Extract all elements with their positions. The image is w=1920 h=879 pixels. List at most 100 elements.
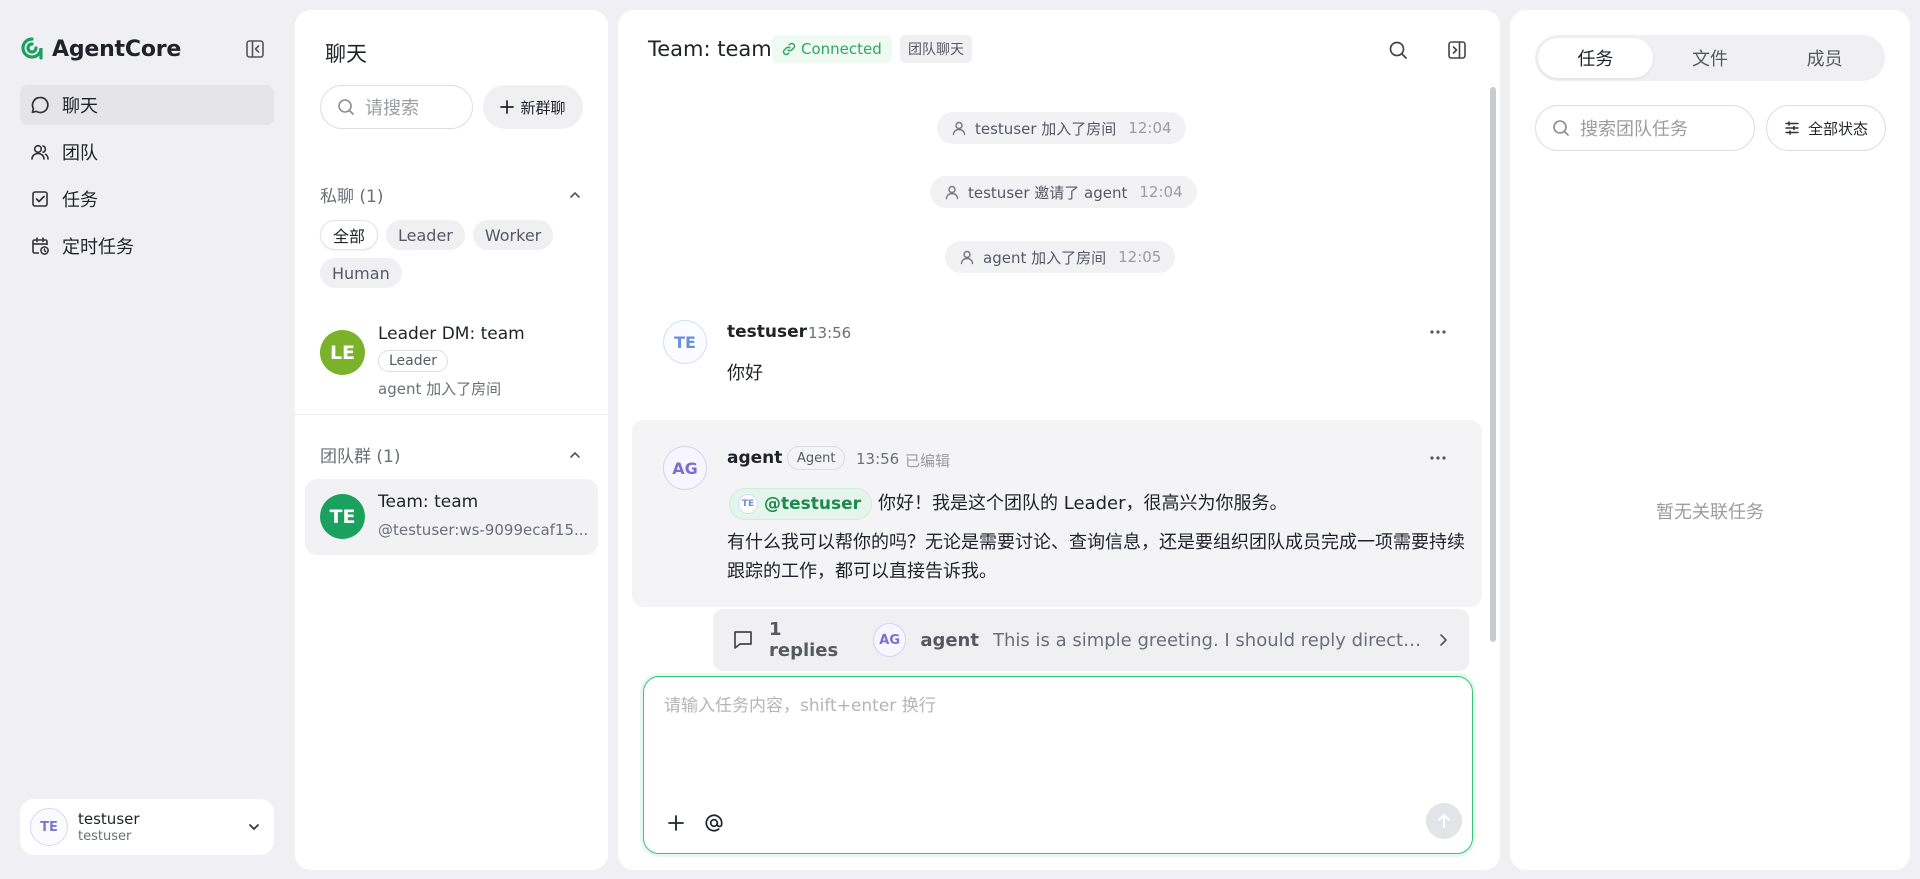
- new-group-label: 新群聊: [520, 98, 566, 117]
- tab-members[interactable]: 成员: [1767, 38, 1882, 78]
- message-composer: [643, 676, 1473, 854]
- room-type-badge: 团队聊天: [900, 35, 972, 63]
- nav-item-team[interactable]: 团队: [20, 132, 274, 172]
- chevron-up-icon: [568, 188, 582, 202]
- status-filter-label: 全部状态: [1807, 119, 1868, 138]
- message-input[interactable]: [664, 691, 1444, 771]
- chevron-up-icon: [568, 448, 582, 462]
- connection-status-text: Connected: [801, 40, 882, 58]
- thread-replies-bar[interactable]: 1 replies AG agent This is a simple gree…: [713, 609, 1469, 671]
- conversation-item-active[interactable]: TE Team: team @testuser:ws-9099ecaf15...: [305, 479, 598, 555]
- search-placeholder: 搜索团队任务: [1580, 119, 1688, 140]
- avatar: AG: [873, 623, 907, 657]
- message-line: 跟踪的工作，都可以直接告诉我。: [727, 561, 997, 582]
- reply-count: 1 replies: [769, 619, 839, 661]
- new-group-button[interactable]: 新群聊: [483, 85, 583, 129]
- collapse-sidebar-icon[interactable]: [244, 38, 266, 60]
- system-text: testuser 加入了房间: [975, 119, 1117, 138]
- search-placeholder: 请搜索: [365, 98, 419, 119]
- team-section-header[interactable]: 团队群 (1): [320, 442, 582, 467]
- mention-at-icon[interactable]: [702, 811, 726, 835]
- sliders-icon: [1784, 120, 1800, 136]
- system-message: agent 加入了房间 12:05: [945, 241, 1176, 273]
- search-icon[interactable]: [1387, 39, 1409, 61]
- message-line: 你好！我是这个团队的 Leader，很高兴为你服务。: [878, 493, 1288, 514]
- avatar: TE: [30, 808, 68, 846]
- nav-item-tasks[interactable]: 任务: [20, 179, 274, 219]
- user-icon: [959, 249, 975, 265]
- section-title: 团队群 (1): [320, 447, 401, 467]
- chevron-down-icon: [246, 819, 262, 835]
- nav-item-label: 定时任务: [62, 237, 134, 258]
- system-text: testuser 邀请了 agent: [968, 183, 1128, 202]
- agentcore-logo-icon: [20, 36, 44, 62]
- user-name: testuser: [78, 810, 140, 828]
- panel-title: 聊天: [325, 42, 367, 66]
- attach-plus-icon[interactable]: [664, 811, 688, 835]
- chat-title: Team: team: [648, 37, 772, 61]
- message-author[interactable]: testuser: [727, 322, 807, 342]
- task-search-input[interactable]: 搜索团队任务: [1535, 105, 1755, 151]
- users-icon: [30, 142, 50, 162]
- chevron-right-icon: [1435, 632, 1451, 648]
- nav-item-scheduled-tasks[interactable]: 定时任务: [20, 226, 274, 266]
- message-text: TE @testuser 你好！我是这个团队的 Leader，很高兴为你服务。: [729, 488, 1287, 520]
- search-icon: [337, 98, 355, 116]
- message-author[interactable]: agent: [727, 448, 782, 468]
- divider: [295, 414, 608, 415]
- agent-tag: Agent: [787, 446, 846, 470]
- system-time: 12:05: [1118, 248, 1162, 266]
- side-panel-tabs: 任务 文件 成员: [1535, 35, 1885, 81]
- tab-files[interactable]: 文件: [1653, 38, 1768, 78]
- toggle-side-panel-icon[interactable]: [1446, 39, 1468, 61]
- send-button[interactable]: [1426, 803, 1462, 839]
- nav-item-label: 团队: [62, 143, 98, 164]
- brand-name: AgentCore: [52, 36, 182, 62]
- nav-item-label: 任务: [62, 190, 98, 211]
- user-menu[interactable]: TE testuser testuser: [20, 799, 274, 855]
- message-text: 你好: [727, 363, 763, 384]
- private-section-header[interactable]: 私聊 (1): [320, 182, 582, 207]
- conversation-preview: agent 加入了房间: [378, 380, 502, 398]
- filter-chip-all[interactable]: 全部: [320, 220, 379, 250]
- section-title: 私聊 (1): [320, 187, 384, 207]
- chat-main-panel: Team: team Connected 团队聊天 testuser 加入了房间…: [618, 10, 1500, 870]
- mention-chip[interactable]: TE @testuser: [729, 488, 873, 520]
- checkbox-icon: [30, 189, 50, 209]
- task-side-panel: 任务 文件 成员 搜索团队任务 全部状态 暂无关联任务: [1510, 10, 1910, 870]
- avatar[interactable]: TE: [663, 320, 707, 364]
- empty-state-text: 暂无关联任务: [1656, 502, 1764, 523]
- brand[interactable]: AgentCore: [20, 36, 181, 62]
- status-filter-button[interactable]: 全部状态: [1766, 105, 1886, 151]
- connection-status-badge: Connected: [772, 35, 892, 63]
- user-icon: [951, 120, 967, 136]
- more-options-icon[interactable]: [1426, 446, 1450, 470]
- chat-search-input[interactable]: 请搜索: [320, 85, 473, 129]
- nav-item-chat[interactable]: 聊天: [20, 85, 274, 125]
- system-text: agent 加入了房间: [983, 248, 1107, 267]
- filter-chip-leader[interactable]: Leader: [386, 220, 465, 250]
- tab-tasks[interactable]: 任务: [1538, 38, 1653, 78]
- filter-chip-worker[interactable]: Worker: [472, 220, 554, 250]
- plus-icon: [500, 100, 515, 114]
- edited-label: 已编辑: [905, 452, 951, 470]
- reply-author: agent: [920, 629, 979, 651]
- filter-chip-human[interactable]: Human: [320, 258, 402, 288]
- system-message: testuser 加入了房间 12:04: [937, 112, 1186, 144]
- role-tag: Leader: [378, 350, 449, 372]
- avatar: TE: [738, 494, 758, 514]
- nav-item-label: 聊天: [62, 96, 98, 117]
- user-info: testuser testuser: [78, 810, 246, 844]
- role-filter-chips: 全部 Leader Worker Human: [320, 220, 590, 288]
- reply-preview: This is a simple greeting. I should repl…: [992, 629, 1423, 651]
- calendar-clock-icon: [30, 236, 50, 256]
- avatar[interactable]: AG: [663, 446, 707, 490]
- message-line: 有什么我可以帮你的吗？无论是需要讨论、查询信息，还是要组织团队成员完成一项需要持…: [727, 532, 1465, 553]
- conversation-title: Leader DM: team: [378, 324, 525, 344]
- search-icon: [1552, 119, 1570, 137]
- conversation-item[interactable]: LE Leader DM: team Leader agent 加入了房间: [305, 312, 598, 404]
- more-options-icon[interactable]: [1426, 320, 1450, 344]
- avatar: LE: [320, 330, 365, 375]
- message-scrollbar[interactable]: [1490, 87, 1496, 642]
- mention-text: @testuser: [764, 493, 862, 514]
